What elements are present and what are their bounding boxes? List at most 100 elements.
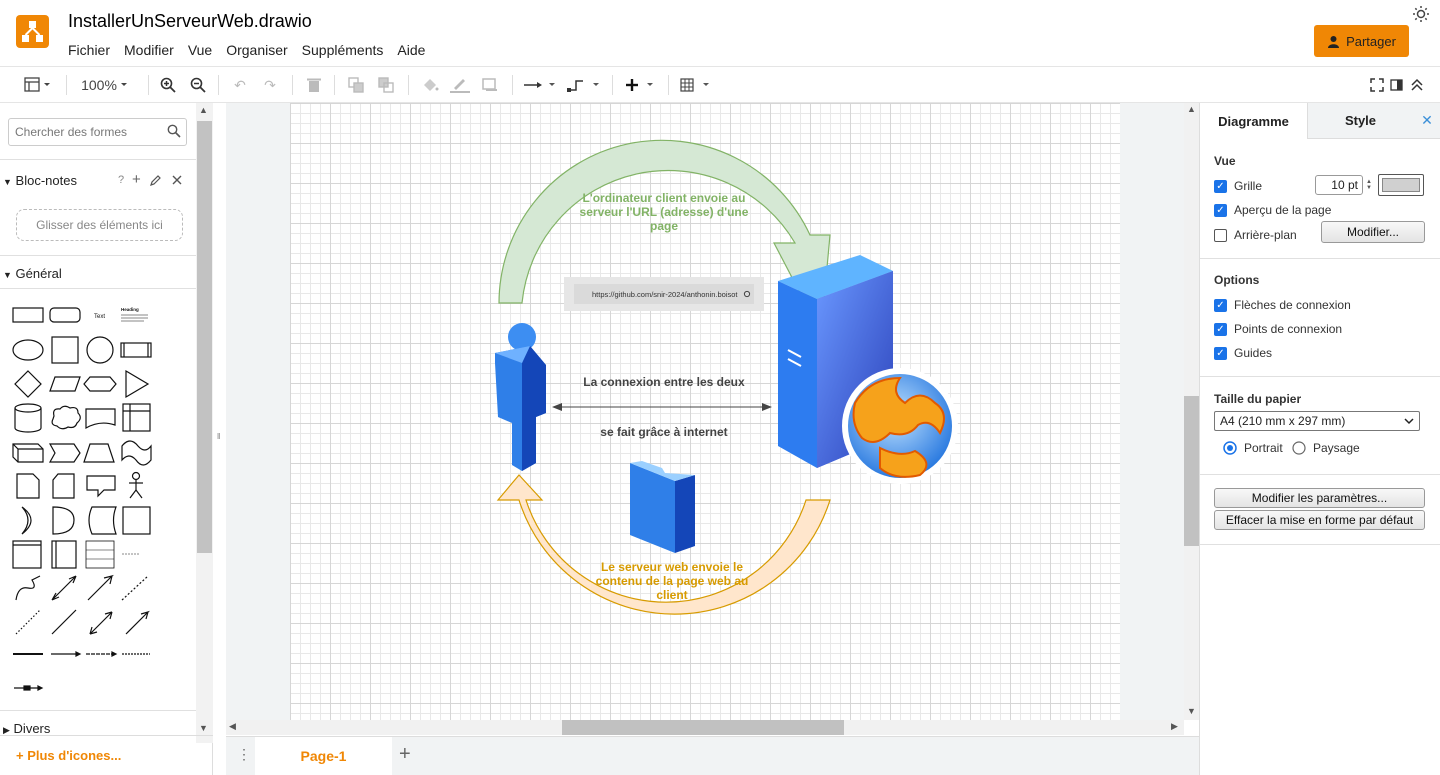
add-page-icon[interactable]: + [399, 743, 411, 766]
zoom-out-button[interactable] [188, 73, 208, 97]
grid-option[interactable]: ✓ Grille [1214, 179, 1262, 193]
table-button[interactable] [678, 73, 714, 97]
close-icon[interactable] [172, 175, 182, 185]
view-toggle-button[interactable] [20, 73, 56, 97]
zoom-select[interactable]: 100% [78, 73, 134, 97]
menu-help[interactable]: Aide [397, 42, 425, 58]
page-preview-label: Aperçu de la page [1234, 203, 1332, 217]
drawio-logo[interactable] [16, 15, 49, 48]
background-option[interactable]: Arrière-plan [1214, 228, 1297, 242]
connection-points-checkbox[interactable]: ✓ [1214, 322, 1227, 336]
user-figure[interactable] [495, 323, 546, 471]
shadow-button[interactable] [480, 73, 500, 97]
search-icon[interactable] [167, 124, 181, 138]
landscape-option[interactable]: Paysage [1292, 441, 1360, 455]
share-button[interactable]: Partager [1314, 25, 1409, 57]
splitter-grip-icon[interactable]: ‖ [217, 432, 220, 441]
scroll-down-icon[interactable]: ▼ [1187, 706, 1196, 716]
bottom-arrow-label[interactable]: Le serveur web envoie le contenu de la p… [590, 560, 754, 602]
to-back-button[interactable] [376, 73, 396, 97]
line-color-button[interactable] [450, 73, 470, 97]
paper-size-select[interactable]: A4 (210 mm x 297 mm) [1214, 411, 1420, 431]
guides-option[interactable]: ✓ Guides [1214, 346, 1272, 360]
menu-file[interactable]: Fichier [68, 42, 110, 58]
portrait-option[interactable]: Portrait [1223, 441, 1283, 455]
clear-default-style-button[interactable]: Effacer la mise en forme par défaut [1214, 510, 1425, 530]
scratchpad-header[interactable]: ▼ Bloc-notes [0, 173, 196, 188]
general-header[interactable]: ▼ Général [0, 266, 196, 281]
edit-parameters-button[interactable]: Modifier les paramètres... [1214, 488, 1425, 508]
scratchpad-title: Bloc-notes [15, 173, 77, 188]
pages-menu-icon[interactable]: ⋮ [237, 746, 251, 763]
zoom-in-button[interactable] [158, 73, 178, 97]
canvas[interactable]: https://github.com/snir-2024/anthonin.bo… [226, 103, 1184, 720]
diagram-page[interactable]: https://github.com/snir-2024/anthonin.bo… [290, 103, 1120, 720]
delete-button[interactable] [304, 73, 324, 97]
edit-icon[interactable] [150, 174, 162, 186]
tab-diagram[interactable]: Diagramme [1200, 103, 1307, 139]
canvas-vertical-scrollbar-thumb[interactable] [1184, 396, 1199, 546]
top-arrow-label[interactable]: L'ordinateur client envoie au serveur l'… [574, 191, 754, 233]
to-front-button[interactable] [346, 73, 366, 97]
connection-points-option[interactable]: ✓ Points de connexion [1214, 322, 1342, 336]
separator [512, 75, 513, 95]
scroll-right-icon[interactable]: ▶ [1171, 721, 1178, 732]
menu-extras[interactable]: Suppléments [302, 42, 384, 58]
tab-style-label: Style [1344, 113, 1377, 128]
connection-arrows-option[interactable]: ✓ Flèches de connexion [1214, 298, 1351, 312]
canvas-horizontal-scrollbar-thumb[interactable] [562, 720, 844, 735]
background-modify-button[interactable]: Modifier... [1321, 221, 1425, 243]
menu-arrange[interactable]: Organiser [226, 42, 287, 58]
connection-label-1[interactable]: La connexion entre les deux [574, 375, 754, 389]
to-back-icon [378, 77, 394, 93]
separator [148, 75, 149, 95]
close-panel-icon[interactable]: ✕ [1413, 103, 1440, 139]
landscape-radio[interactable] [1292, 441, 1306, 455]
page-preview-option[interactable]: ✓ Aperçu de la page [1214, 203, 1331, 217]
grid-checkbox[interactable]: ✓ [1214, 179, 1227, 193]
waypoints-button[interactable] [566, 73, 602, 97]
help-icon[interactable]: ? [118, 174, 124, 186]
guides-checkbox[interactable]: ✓ [1214, 346, 1227, 360]
folder-icon[interactable] [630, 461, 695, 553]
globe-icon[interactable] [842, 368, 958, 484]
format-panel-button[interactable] [1388, 73, 1406, 97]
connection-style-button[interactable] [522, 73, 558, 97]
browser-url-bar[interactable]: https://github.com/snir-2024/anthonin.bo… [564, 277, 764, 311]
scroll-up-icon[interactable]: ▲ [1187, 104, 1196, 114]
search-input[interactable]: Chercher des formes [8, 118, 187, 146]
redo-button[interactable]: ↷ [260, 73, 280, 97]
tab-page-1[interactable]: Page-1 [255, 737, 392, 775]
scroll-left-icon[interactable]: ◀ [229, 721, 236, 732]
menu-view[interactable]: Vue [188, 42, 212, 58]
scroll-up-icon[interactable]: ▲ [199, 105, 208, 115]
page-preview-checkbox[interactable]: ✓ [1214, 203, 1227, 217]
portrait-radio[interactable] [1223, 441, 1237, 455]
general-shapes-palette[interactable]: Text Heading [8, 298, 156, 698]
grid-size-stepper[interactable]: ▲ ▼ [1363, 175, 1375, 195]
collapse-button[interactable] [1408, 73, 1426, 97]
grid-label: Grille [1234, 179, 1263, 193]
undo-button[interactable]: ↶ [230, 73, 250, 97]
sidebar-scrollbar-thumb[interactable] [197, 121, 212, 553]
background-checkbox[interactable] [1214, 228, 1227, 242]
misc-header[interactable]: ▶ Divers [0, 721, 196, 736]
menu-edit[interactable]: Modifier [124, 42, 174, 58]
tab-style[interactable]: Style [1307, 103, 1413, 139]
more-shapes-button[interactable]: + Plus d'icones... [16, 748, 121, 763]
guides-label: Guides [1234, 346, 1273, 360]
grid-color-button[interactable] [1378, 174, 1424, 196]
grid-size-input[interactable]: 10 pt [1315, 175, 1363, 195]
connection-arrows-checkbox[interactable]: ✓ [1214, 298, 1227, 312]
scratchpad-dropzone[interactable]: Glisser des éléments ici [16, 209, 183, 241]
fill-color-button[interactable] [420, 73, 440, 97]
sidebar-splitter[interactable] [213, 103, 226, 736]
add-icon[interactable]: + [132, 171, 141, 188]
connection-label-2[interactable]: se fait grâce à internet [574, 425, 754, 439]
insert-button[interactable] [622, 73, 658, 97]
fullscreen-button[interactable] [1368, 73, 1386, 97]
scroll-down-icon[interactable]: ▼ [199, 723, 208, 733]
connection-edge[interactable] [552, 403, 772, 411]
sun-icon[interactable] [1412, 5, 1430, 23]
document-title[interactable]: InstallerUnServeurWeb.drawio [68, 11, 312, 32]
